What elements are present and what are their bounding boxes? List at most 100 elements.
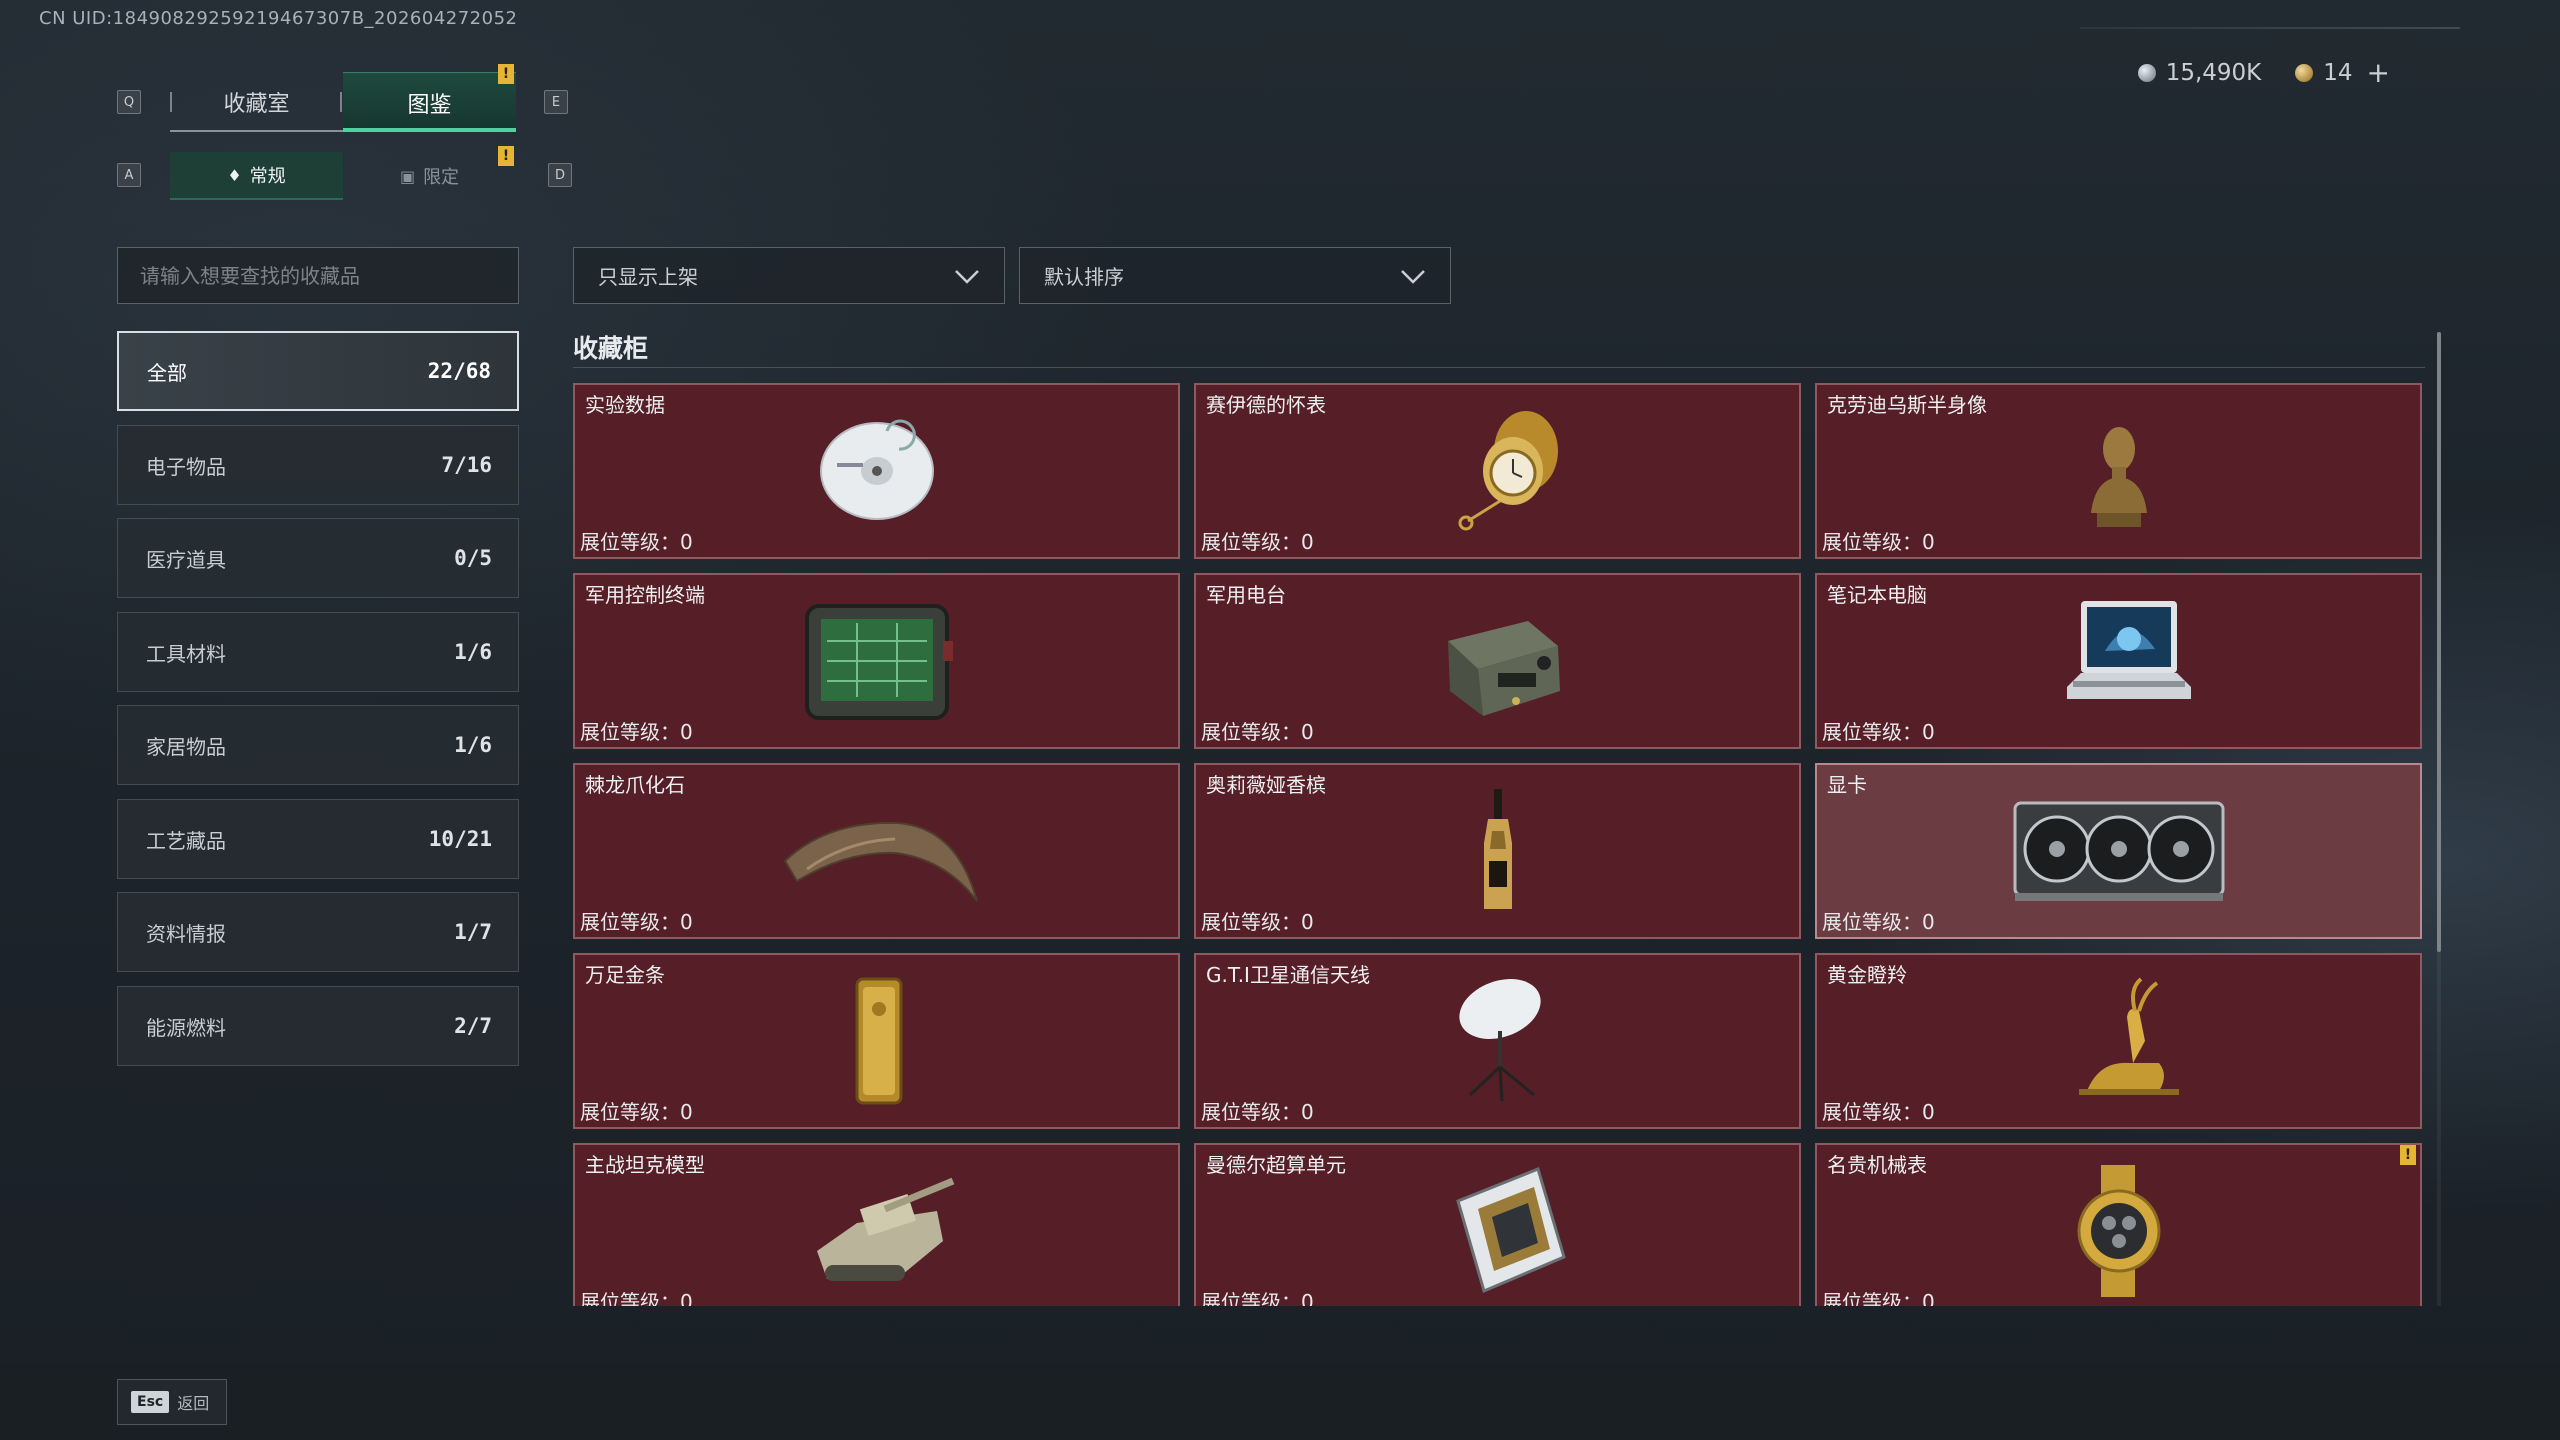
subtab-limited[interactable]: ▣ 限定 <box>343 152 516 200</box>
scrollbar-thumb[interactable] <box>2437 332 2441 952</box>
gpu-icon <box>2009 781 2229 921</box>
display-level-value: 0 <box>1922 530 1935 554</box>
category-label: 电子物品 <box>146 454 226 479</box>
collection-card[interactable]: 黄金瞪羚 展位等级：0 <box>1815 953 2422 1129</box>
category-label: 家居物品 <box>146 734 226 759</box>
claw-icon <box>767 781 987 921</box>
notice-badge: ! <box>2400 1145 2416 1165</box>
category-medical[interactable]: 医疗道具 0/5 <box>117 518 519 598</box>
item-name: 棘龙爪化石 <box>585 773 685 797</box>
item-name: 主战坦克模型 <box>585 1153 705 1177</box>
item-name: 曼德尔超算单元 <box>1206 1153 1346 1177</box>
collection-card[interactable]: 克劳迪乌斯半身像展位等级：0 <box>1815 383 2422 559</box>
display-level: 展位等级：0 <box>1822 526 1935 555</box>
silver-amount: 15,490K <box>2165 59 2262 86</box>
display-level-label: 展位等级： <box>1201 1100 1301 1124</box>
item-name: 军用电台 <box>1206 583 1286 607</box>
category-label: 资料情报 <box>146 921 226 946</box>
shelf-filter-dropdown[interactable]: 只显示上架 <box>573 247 1005 304</box>
silver-coin-icon <box>2137 63 2156 82</box>
category-all[interactable]: 全部 22/68 <box>117 331 519 411</box>
category-electronics[interactable]: 电子物品 7/16 <box>117 425 519 505</box>
disc-icon <box>767 401 987 541</box>
gold-amount: 14 <box>2323 59 2353 86</box>
collection-card[interactable]: 名贵机械表 展位等级：0! <box>1815 1143 2422 1306</box>
section-divider <box>573 367 2425 368</box>
display-level-label: 展位等级： <box>580 720 680 744</box>
display-level-label: 展位等级： <box>580 530 680 554</box>
gold-bar-icon <box>767 971 987 1111</box>
collection-card[interactable]: 军用电台展位等级：0 <box>1194 573 1801 749</box>
tab-divider <box>170 92 172 112</box>
display-level-value: 0 <box>1922 1100 1935 1124</box>
display-level-label: 展位等级： <box>1201 530 1301 554</box>
display-level-value: 0 <box>680 720 693 744</box>
main-tabs: 收藏室 图鉴 <box>170 72 516 132</box>
display-level-label: 展位等级： <box>1822 720 1922 744</box>
category-count: 1/7 <box>454 920 492 944</box>
satellite-dish-icon <box>1388 971 1608 1111</box>
collection-card[interactable]: 笔记本电脑 展位等级：0 <box>1815 573 2422 749</box>
wristwatch-icon <box>2009 1161 2229 1301</box>
sort-dropdown[interactable]: 默认排序 <box>1019 247 1451 304</box>
category-count: 10/21 <box>428 827 492 851</box>
display-level: 展位等级：0 <box>1822 906 1935 935</box>
gazelle-icon <box>2009 971 2229 1111</box>
add-currency-button[interactable]: + <box>2367 56 2390 89</box>
category-label: 工具材料 <box>146 641 226 666</box>
category-intel[interactable]: 资料情报 1/7 <box>117 892 519 972</box>
display-level: 展位等级：0 <box>580 526 693 555</box>
currency-bar: 15,490K 14 + <box>2137 56 2390 89</box>
laptop-icon <box>2009 591 2229 731</box>
subtab-regular[interactable]: ♦ 常规 <box>170 152 343 200</box>
category-count: 7/16 <box>441 453 492 477</box>
tab-codex[interactable]: 图鉴 <box>343 72 516 132</box>
category-count: 1/6 <box>454 640 492 664</box>
category-label: 全部 <box>147 360 187 385</box>
collection-card[interactable]: 军用控制终端 展位等级：0 <box>573 573 1180 749</box>
category-energy[interactable]: 能源燃料 2/7 <box>117 986 519 1066</box>
category-household[interactable]: 家居物品 1/6 <box>117 705 519 785</box>
search-input[interactable] <box>140 263 518 288</box>
tab-collection-room[interactable]: 收藏室 <box>170 72 343 132</box>
image-icon: ▣ <box>399 166 416 186</box>
collection-card[interactable]: G.T.I卫星通信天线 展位等级：0 <box>1194 953 1801 1129</box>
search-box[interactable] <box>117 247 519 304</box>
display-level-label: 展位等级： <box>580 1290 680 1306</box>
champagne-icon <box>1388 781 1608 921</box>
display-level-value: 0 <box>680 1100 693 1124</box>
collection-card[interactable]: 实验数据展位等级：0 <box>573 383 1180 559</box>
display-level-label: 展位等级： <box>1201 1290 1301 1306</box>
gold-currency[interactable]: 14 + <box>2295 56 2390 89</box>
item-name: 名贵机械表 <box>1827 1153 1927 1177</box>
collection-card[interactable]: 棘龙爪化石 展位等级：0 <box>573 763 1180 939</box>
display-level-value: 0 <box>680 1290 693 1306</box>
category-crafts[interactable]: 工艺藏品 10/21 <box>117 799 519 879</box>
category-label: 医疗道具 <box>146 547 226 572</box>
category-tools[interactable]: 工具材料 1/6 <box>117 612 519 692</box>
collection-card[interactable]: 显卡 展位等级：0 <box>1815 763 2422 939</box>
item-name: 克劳迪乌斯半身像 <box>1827 393 1987 417</box>
back-button[interactable]: Esc 返回 <box>117 1379 227 1425</box>
display-level-label: 展位等级： <box>1822 910 1922 934</box>
terminal-icon <box>767 591 987 731</box>
category-count: 1/6 <box>454 733 492 757</box>
collection-card[interactable]: 赛伊德的怀表 展位等级：0 <box>1194 383 1801 559</box>
subtab-limited-label: 限定 <box>423 167 460 188</box>
display-level: 展位等级：0 <box>1201 906 1314 935</box>
display-level-value: 0 <box>1301 1290 1314 1306</box>
display-level: 展位等级：0 <box>1201 716 1314 745</box>
item-name: 实验数据 <box>585 393 665 417</box>
collection-card[interactable]: 奥莉薇娅香槟 展位等级：0 <box>1194 763 1801 939</box>
radio-icon <box>1388 591 1608 731</box>
collection-card[interactable]: 万足金条 展位等级：0 <box>573 953 1180 1129</box>
display-level-value: 0 <box>1301 530 1314 554</box>
collection-card[interactable]: 曼德尔超算单元展位等级：0 <box>1194 1143 1801 1306</box>
category-label: 能源燃料 <box>146 1015 226 1040</box>
display-level-value: 0 <box>1922 1290 1935 1306</box>
display-level: 展位等级：0 <box>580 1096 693 1125</box>
display-level: 展位等级：0 <box>580 1286 693 1306</box>
flame-icon: ♦ <box>227 165 242 185</box>
collection-card[interactable]: 主战坦克模型展位等级：0 <box>573 1143 1180 1306</box>
display-level-value: 0 <box>1922 910 1935 934</box>
